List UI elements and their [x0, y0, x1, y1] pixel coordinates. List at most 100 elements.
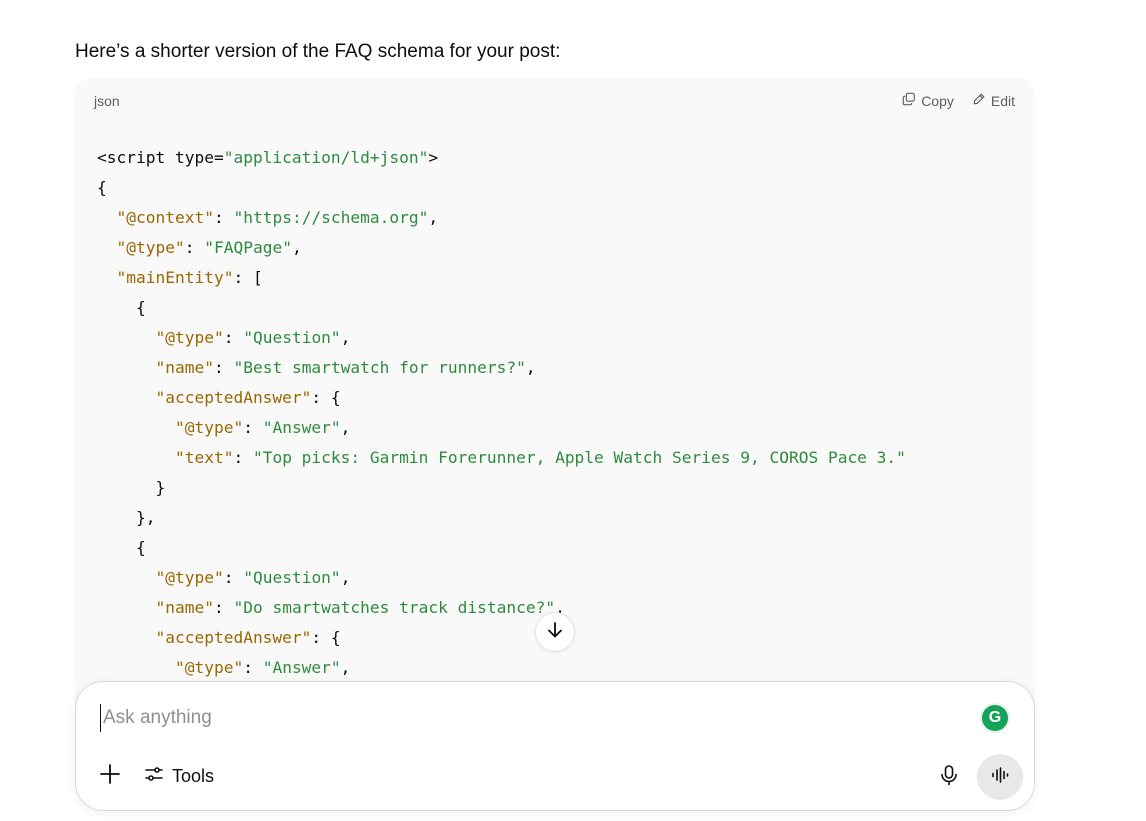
code-punct-token: [97, 568, 155, 587]
code-string-token: "https://schema.org": [233, 208, 429, 227]
code-punct-token: ,: [340, 568, 351, 587]
code-punct-token: ,: [291, 238, 302, 257]
code-block-header: json Copy Edit: [75, 78, 1035, 124]
code-string-token: "Question": [243, 568, 341, 587]
code-punct-token: },: [97, 508, 156, 527]
code-string-token: "Answer": [262, 418, 341, 437]
code-punct-token: ,: [340, 658, 351, 677]
code-punct-token: [97, 448, 175, 467]
tools-label: Tools: [172, 765, 215, 786]
code-line: "name": "Best smartwatch for runners?",: [97, 353, 906, 383]
code-line: "acceptedAnswer": {: [97, 383, 906, 413]
code-punct-token: [97, 658, 175, 677]
code-punct-token: :: [213, 358, 234, 377]
code-actions: Copy Edit: [902, 92, 1015, 109]
code-punct-token: :: [223, 568, 244, 587]
code-key-token: "@type": [174, 658, 244, 677]
copy-icon: [902, 92, 916, 109]
code-punct-token: :: [243, 418, 263, 437]
chat-page: Here’s a shorter version of the FAQ sche…: [0, 0, 1146, 821]
code-key-token: "@type": [116, 238, 185, 257]
code-line: }: [97, 473, 906, 503]
scroll-to-bottom-button[interactable]: [535, 612, 575, 652]
code-line: "@type": "Answer",: [97, 413, 906, 443]
code-line: {: [97, 533, 906, 563]
copy-code-button[interactable]: Copy: [902, 92, 954, 109]
code-punct-token: : [: [233, 268, 263, 287]
code-string-token: "Top picks: Garmin Forerunner, Apple Wat…: [252, 448, 906, 467]
code-punct-token: {: [97, 178, 107, 197]
sliders-icon: [144, 764, 164, 789]
code-punct-token: [97, 238, 117, 257]
code-punct-token: :: [184, 238, 205, 257]
edit-code-button[interactable]: Edit: [972, 92, 1015, 109]
voice-waveform-icon: [990, 765, 1010, 790]
code-line: "mainEntity": [: [97, 263, 906, 293]
add-attachment-button[interactable]: [96, 762, 124, 790]
dictate-button[interactable]: [936, 764, 962, 790]
code-punct-token: ,: [428, 208, 439, 227]
code-content: <script type="application/ld+json"> { "@c…: [97, 143, 906, 683]
code-punct-token: :: [233, 448, 253, 467]
code-string-token: "Best smartwatch for runners?": [233, 358, 526, 377]
code-punct-token: >: [428, 148, 439, 167]
code-line: },: [97, 503, 906, 533]
code-punct-token: :: [213, 598, 234, 617]
code-block: json Copy Edit <script type="application…: [75, 78, 1035, 778]
edit-pencil-icon: [972, 92, 986, 109]
code-line: "text": "Top picks: Garmin Forerunner, A…: [97, 443, 906, 473]
code-punct-token: [97, 328, 155, 347]
code-line: "@type": "Question",: [97, 323, 906, 353]
code-line: "name": "Do smartwatches track distance?…: [97, 593, 906, 623]
code-key-token: "acceptedAnswer": [155, 628, 312, 647]
code-punct-token: : {: [311, 628, 341, 647]
code-line: "@type": "FAQPage",: [97, 233, 906, 263]
code-punct-token: {: [97, 298, 146, 317]
code-key-token: "@context": [116, 208, 214, 227]
voice-mode-button[interactable]: [977, 754, 1023, 800]
code-line: {: [97, 293, 906, 323]
code-key-token: "name": [155, 598, 214, 617]
code-line: "@context": "https://schema.org",: [97, 203, 906, 233]
code-string-token: "FAQPage": [204, 238, 292, 257]
code-key-token: "mainEntity": [116, 268, 234, 287]
edit-label: Edit: [990, 92, 1015, 109]
code-punct-token: [97, 358, 155, 377]
grammarly-letter: G: [988, 709, 1002, 726]
code-key-token: "acceptedAnswer": [155, 388, 312, 407]
code-punct-token: [97, 598, 155, 617]
code-punct-token: [97, 418, 175, 437]
code-key-token: "@type": [174, 418, 244, 437]
code-key-token: "text": [174, 448, 234, 467]
code-punct-token: [97, 628, 155, 647]
message-composer: G Tools: [75, 681, 1035, 811]
code-punct-token: <script type=: [97, 148, 224, 167]
code-punct-token: : {: [311, 388, 341, 407]
code-key-token: "@type": [155, 568, 224, 587]
tools-button[interactable]: Tools: [144, 762, 214, 790]
code-punct-token: :: [223, 328, 244, 347]
code-punct-token: {: [97, 538, 146, 557]
code-punct-token: }: [97, 478, 166, 497]
code-string-token: "Answer": [262, 658, 341, 677]
arrow-down-icon: [545, 620, 565, 645]
chat-input[interactable]: [100, 704, 960, 732]
code-punct-token: [97, 208, 117, 227]
code-key-token: "@type": [155, 328, 224, 347]
code-punct-token: ,: [525, 358, 536, 377]
code-punct-token: [97, 388, 155, 407]
code-punct-token: ,: [340, 328, 351, 347]
code-line: "@type": "Answer",: [97, 653, 906, 683]
code-punct-token: [97, 268, 117, 287]
assistant-message-intro: Here’s a shorter version of the FAQ sche…: [75, 41, 561, 62]
code-line: "acceptedAnswer": {: [97, 623, 906, 653]
code-line: <script type="application/ld+json">: [97, 143, 906, 173]
code-punct-token: :: [213, 208, 234, 227]
code-punct-token: ,: [340, 418, 351, 437]
code-string-token: "Do smartwatches track distance?": [233, 598, 556, 617]
copy-label: Copy: [921, 92, 954, 109]
microphone-icon: [938, 764, 960, 791]
code-key-token: "name": [155, 358, 214, 377]
code-string-token: "Question": [243, 328, 341, 347]
grammarly-icon[interactable]: G: [982, 705, 1008, 731]
